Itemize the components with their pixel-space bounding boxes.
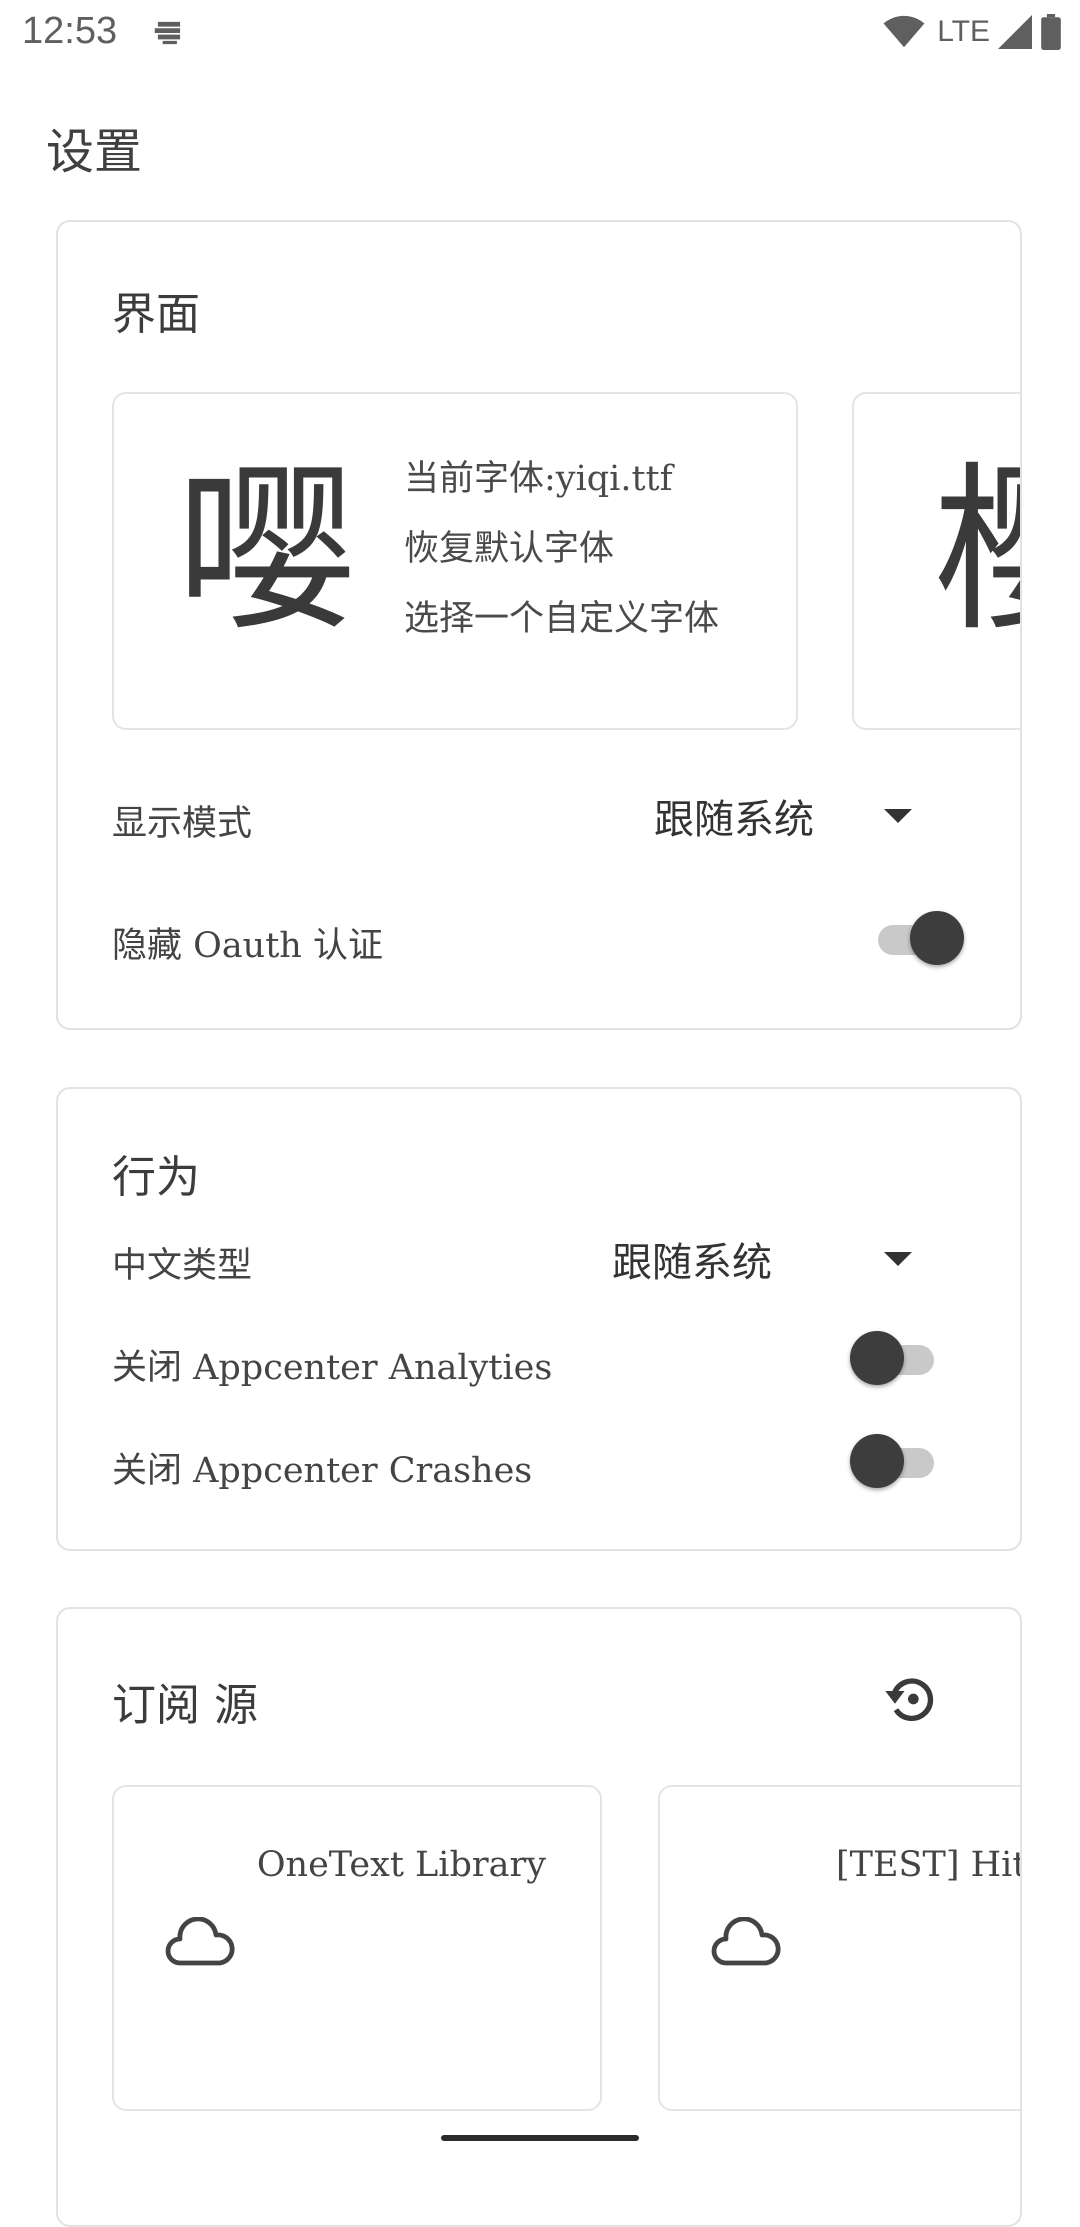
signal-icon (998, 15, 1032, 49)
switch-thumb (850, 1434, 904, 1488)
cloud-icon (711, 1917, 781, 1966)
disable-analytics-toggle[interactable] (850, 1328, 940, 1388)
current-font-label: 当前字体:yiqi.ttf (404, 459, 673, 499)
page-title: 设置 (46, 124, 143, 180)
display-mode-label: 显示模式 (112, 804, 253, 844)
source-card[interactable]: [TEST] Hitokoto (658, 1785, 1020, 2111)
switch-thumb (850, 1331, 904, 1385)
disable-crashes-toggle[interactable] (850, 1431, 940, 1491)
chinese-type-value: 跟随系统 (612, 1240, 772, 1286)
status-icons: LTE (883, 12, 1062, 52)
network-type: LTE (937, 15, 990, 48)
behavior-section-title: 行为 (112, 1152, 200, 1203)
alternate-font-tile[interactable]: 樱 (852, 392, 1020, 730)
disable-analytics-label: 关闭 Appcenter Analyties (112, 1348, 553, 1388)
dropdown-arrow-icon (884, 809, 912, 823)
display-mode-value: 跟随系统 (654, 797, 814, 843)
sources-section-title: 订阅 源 (112, 1680, 258, 1731)
chinese-type-label: 中文类型 (112, 1246, 253, 1286)
choose-custom-font-button[interactable]: 选择一个自定义字体 (404, 590, 719, 641)
wifi-icon (883, 15, 925, 48)
current-font-tile[interactable]: 嘤 当前字体:yiqi.ttf 恢复默认字体 选择一个自定义字体 (112, 392, 798, 730)
source-card[interactable]: OneText Library (112, 1785, 602, 2111)
battery-icon (1041, 14, 1061, 50)
source-name: [TEST] Hitokoto (836, 1845, 1020, 1885)
status-bar: 12:53 LTE (0, 0, 1080, 66)
font-preview-glyph: 嘤 (176, 447, 357, 656)
display-mode-dropdown[interactable]: 跟随系统 (654, 786, 974, 846)
dropdown-arrow-icon (884, 1252, 912, 1266)
cloud-icon (165, 1917, 235, 1966)
switch-thumb (910, 911, 964, 965)
restore-icon[interactable] (880, 1667, 944, 1731)
gesture-nav-handle[interactable] (441, 2135, 639, 2141)
sources-card: 订阅 源 OneText Library [TEST] Hitokoto (56, 1607, 1022, 2227)
status-time: 12:53 (22, 10, 118, 52)
interface-card: 界面 嘤 当前字体:yiqi.ttf 恢复默认字体 选择一个自定义字体 樱 显示… (56, 220, 1022, 1030)
behavior-card: 行为 中文类型 跟随系统 关闭 Appcenter Analyties 关闭 A… (56, 1087, 1022, 1551)
hide-oauth-toggle[interactable] (872, 908, 964, 968)
disable-crashes-label: 关闭 Appcenter Crashes (112, 1451, 533, 1491)
interface-section-title: 界面 (112, 289, 200, 340)
source-name: OneText Library (256, 1845, 546, 1885)
font-preview-glyph: 樱 (934, 452, 1020, 652)
restore-default-font-button[interactable]: 恢复默认字体 (404, 520, 614, 571)
hide-oauth-label: 隐藏 Oauth 认证 (112, 926, 383, 966)
notification-icon (154, 21, 181, 45)
chinese-type-dropdown[interactable]: 跟随系统 (612, 1229, 972, 1289)
